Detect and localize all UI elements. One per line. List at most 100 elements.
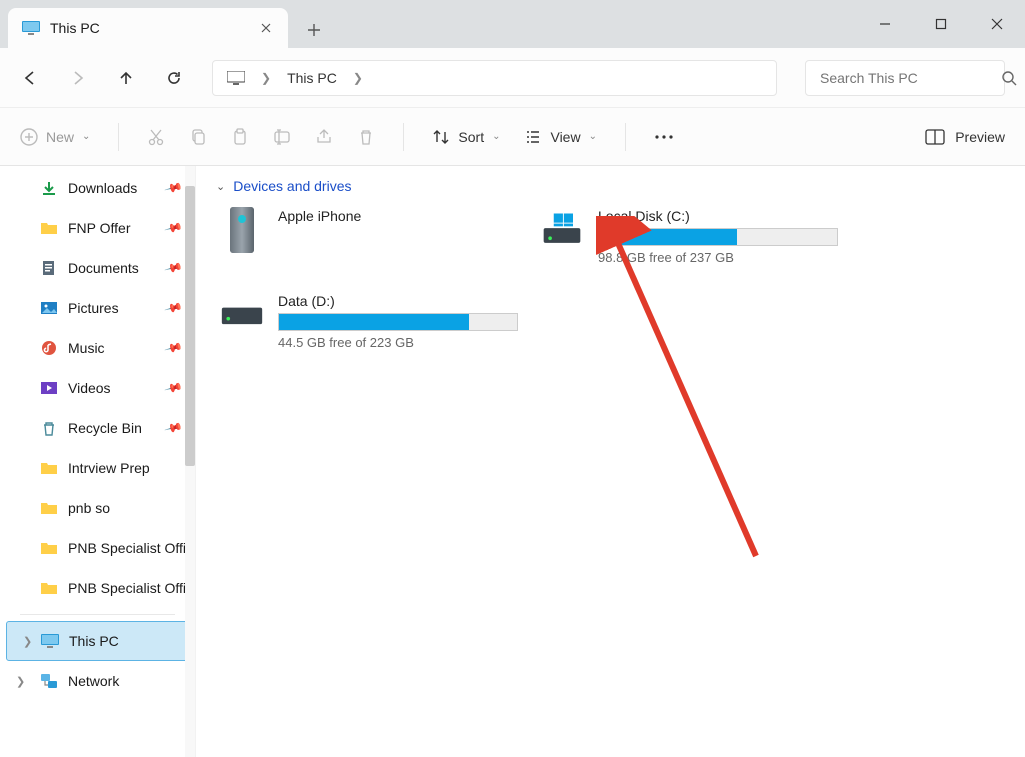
new-tab-button[interactable] bbox=[296, 12, 332, 48]
sidebar-label: This PC bbox=[69, 633, 119, 649]
drive-local-disk-c-[interactable]: Local Disk (C:) 98.8 GB free of 237 GB bbox=[536, 204, 836, 269]
drive-label: Local Disk (C:) bbox=[598, 208, 838, 224]
chevron-down-icon: ⌄ bbox=[82, 131, 90, 142]
this-pc-icon bbox=[227, 71, 245, 85]
search-box[interactable] bbox=[805, 60, 1005, 96]
chevron-down-icon: ⌄ bbox=[589, 131, 597, 142]
pin-icon: 📌 bbox=[164, 298, 184, 318]
drive-free-text: 98.8 GB free of 237 GB bbox=[598, 250, 838, 265]
drive-usage-bar bbox=[598, 228, 838, 246]
sidebar-item-pictures[interactable]: Pictures 📌 bbox=[0, 288, 195, 328]
tab-close-button[interactable] bbox=[258, 20, 274, 36]
sidebar-item-fnp-offer[interactable]: FNP Offer 📌 bbox=[0, 208, 195, 248]
chevron-right-icon[interactable]: ❯ bbox=[23, 635, 32, 648]
address-segment[interactable]: This PC bbox=[287, 70, 337, 86]
music-icon bbox=[40, 339, 58, 357]
toolbar: New ⌄ Sort ⌄ View ⌄ Preview bbox=[0, 108, 1025, 166]
sidebar-label: Videos bbox=[68, 380, 111, 396]
navbar: ❯ This PC ❯ bbox=[0, 48, 1025, 108]
downloads-icon bbox=[40, 179, 58, 197]
sidebar-label: Downloads bbox=[68, 180, 137, 196]
sidebar-label: FNP Offer bbox=[68, 220, 131, 236]
sidebar-item-this-pc[interactable]: ❯ This PC bbox=[6, 621, 189, 661]
rename-button[interactable] bbox=[273, 128, 291, 146]
tab-title: This PC bbox=[50, 20, 258, 36]
share-button[interactable] bbox=[315, 128, 333, 146]
tab-this-pc[interactable]: This PC bbox=[8, 8, 288, 48]
this-pc-icon bbox=[22, 21, 40, 35]
this-pc-icon bbox=[41, 632, 59, 650]
drive-icon bbox=[220, 208, 264, 252]
folder-icon bbox=[40, 499, 58, 517]
view-button[interactable]: View ⌄ bbox=[524, 128, 596, 146]
toolbar-separator bbox=[625, 123, 626, 151]
sidebar-label: Intrview Prep bbox=[68, 460, 150, 476]
sort-button[interactable]: Sort ⌄ bbox=[432, 128, 500, 146]
preview-label: Preview bbox=[955, 129, 1005, 145]
folder-icon bbox=[40, 219, 58, 237]
pin-icon: 📌 bbox=[164, 418, 184, 438]
sidebar-divider bbox=[20, 614, 175, 615]
drive-apple-iphone[interactable]: Apple iPhone bbox=[216, 204, 516, 269]
pictures-icon bbox=[40, 299, 58, 317]
sidebar-item-network[interactable]: ❯ Network bbox=[0, 661, 195, 701]
sidebar-item-music[interactable]: Music📌 bbox=[0, 328, 195, 368]
sidebar-item-documents[interactable]: Documents📌 bbox=[0, 248, 195, 288]
up-button[interactable] bbox=[116, 68, 136, 88]
drive-icon bbox=[540, 208, 584, 252]
sidebar-label: PNB Specialist Officer bbox=[68, 540, 195, 556]
drive-icon bbox=[220, 293, 264, 337]
sidebar-item-intrview-prep[interactable]: Intrview Prep bbox=[0, 448, 195, 488]
toolbar-separator bbox=[403, 123, 404, 151]
search-input[interactable] bbox=[820, 70, 1001, 86]
folder-icon bbox=[40, 539, 58, 557]
pin-icon: 📌 bbox=[164, 178, 184, 198]
sidebar-item-pnb-specialist-officer[interactable]: PNB Specialist Officer bbox=[0, 528, 195, 568]
back-button[interactable] bbox=[20, 68, 40, 88]
sidebar-label: Pictures bbox=[68, 300, 119, 316]
sidebar-label: PNB Specialist Officer bbox=[68, 580, 195, 596]
sort-label: Sort bbox=[458, 129, 484, 145]
pin-icon: 📌 bbox=[164, 378, 184, 398]
search-icon[interactable] bbox=[1001, 70, 1017, 86]
chevron-right-icon[interactable]: ❯ bbox=[16, 675, 25, 688]
more-button[interactable] bbox=[654, 134, 674, 140]
pin-icon: 📌 bbox=[164, 218, 184, 238]
chevron-down-icon: ⌄ bbox=[216, 180, 225, 193]
close-button[interactable] bbox=[969, 0, 1025, 48]
pin-icon: 📌 bbox=[164, 338, 184, 358]
sidebar-item-videos[interactable]: Videos 📌 bbox=[0, 368, 195, 408]
paste-button[interactable] bbox=[231, 128, 249, 146]
sidebar-label: pnb so bbox=[68, 500, 110, 516]
sidebar-item-pnb-so[interactable]: pnb so bbox=[0, 488, 195, 528]
copy-button[interactable] bbox=[189, 128, 207, 146]
delete-button[interactable] bbox=[357, 128, 375, 146]
sidebar-scrollbar[interactable] bbox=[185, 166, 195, 757]
sidebar-item-pnb-specialist-officer[interactable]: PNB Specialist Officer bbox=[0, 568, 195, 608]
videos-icon bbox=[40, 379, 58, 397]
scrollbar-thumb[interactable] bbox=[185, 186, 195, 466]
forward-button[interactable] bbox=[68, 68, 88, 88]
chevron-down-icon: ⌄ bbox=[492, 131, 500, 142]
view-label: View bbox=[550, 129, 580, 145]
recycle-icon bbox=[40, 419, 58, 437]
pin-icon: 📌 bbox=[164, 258, 184, 278]
folder-icon bbox=[40, 579, 58, 597]
section-devices-drives[interactable]: ⌄ Devices and drives bbox=[216, 178, 1005, 194]
address-bar[interactable]: ❯ This PC ❯ bbox=[212, 60, 777, 96]
chevron-right-icon[interactable]: ❯ bbox=[353, 71, 363, 85]
sidebar-label: Recycle Bin bbox=[68, 420, 142, 436]
network-icon bbox=[40, 672, 58, 690]
preview-button[interactable]: Preview bbox=[925, 129, 1005, 145]
maximize-button[interactable] bbox=[913, 0, 969, 48]
sidebar-item-recycle-bin[interactable]: Recycle Bin 📌 bbox=[0, 408, 195, 448]
drive-data-d-[interactable]: Data (D:)44.5 GB free of 223 GB bbox=[216, 289, 516, 354]
sidebar-label: Network bbox=[68, 673, 119, 689]
folder-icon bbox=[40, 459, 58, 477]
new-button[interactable]: New ⌄ bbox=[20, 128, 90, 146]
cut-button[interactable] bbox=[147, 128, 165, 146]
sidebar-item-downloads[interactable]: Downloads 📌 bbox=[0, 168, 195, 208]
minimize-button[interactable] bbox=[857, 0, 913, 48]
refresh-button[interactable] bbox=[164, 68, 184, 88]
chevron-right-icon[interactable]: ❯ bbox=[261, 71, 271, 85]
